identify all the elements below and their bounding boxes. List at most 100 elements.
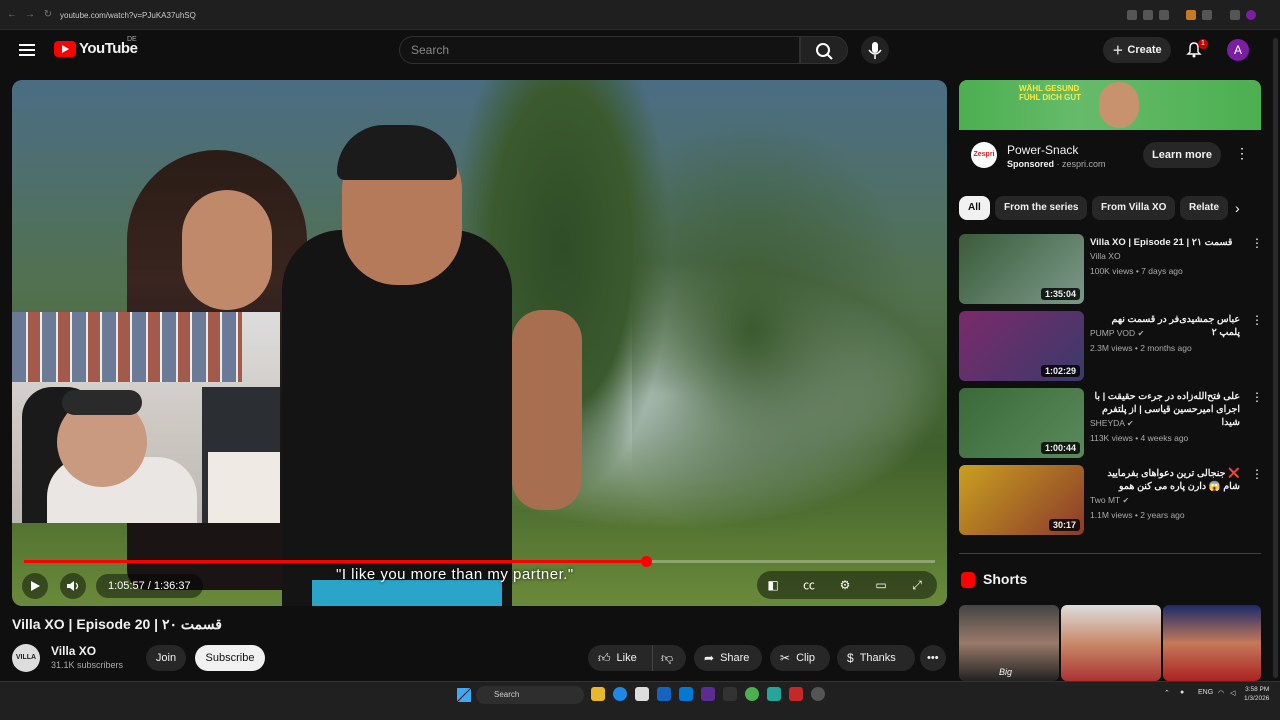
video-thumbnail[interactable]: 30:17	[959, 465, 1084, 535]
miniplayer-icon[interactable]: ▭	[873, 577, 889, 593]
fullscreen-icon[interactable]: ⤢	[909, 577, 925, 593]
recommendation-item[interactable]: 30:17 ❌ جنجالی ترین دعواهای بفرمایید شام …	[959, 465, 1263, 537]
channel-avatar[interactable]: VILLA	[12, 644, 40, 672]
sponsored-ad[interactable]: WÄHL GESUND FÜHL DICH GUT Zespri Power-S…	[959, 80, 1261, 182]
ad-title[interactable]: Power-Snack	[1007, 143, 1078, 157]
video-thumbnail[interactable]: 1:00:44	[959, 388, 1084, 458]
create-button[interactable]: ＋ Create	[1103, 37, 1171, 63]
page-scrollbar[interactable]	[1271, 30, 1280, 680]
more-vert-icon[interactable]: ⋮	[1251, 313, 1263, 327]
recommendation-item[interactable]: 1:02:29 عباس جمشیدی‌فر در قسمت نهم پلمپ ۲…	[959, 311, 1263, 383]
app-icon[interactable]	[789, 687, 803, 701]
autoplay-toggle-icon[interactable]: ◧	[765, 577, 781, 593]
recommendation-channel[interactable]: Two MT ✔	[1090, 495, 1129, 505]
search-input[interactable]: Search	[399, 36, 800, 64]
video-player[interactable]: "I like you more than my partner." 1:05:…	[12, 80, 947, 606]
upload-age: 7 days ago	[1141, 266, 1183, 276]
channel-name[interactable]: PUMP VOD	[1090, 328, 1135, 338]
ad-brand-logo[interactable]: Zespri	[971, 142, 997, 168]
learn-more-button[interactable]: Learn more	[1143, 142, 1221, 168]
mute-button[interactable]	[60, 573, 86, 599]
join-button[interactable]: Join	[146, 645, 186, 671]
clip-button[interactable]: ✂ Clip	[770, 645, 830, 671]
zoom-icon[interactable]	[1127, 10, 1137, 20]
ad-banner[interactable]: WÄHL GESUND FÜHL DICH GUT	[959, 80, 1261, 130]
like-button[interactable]: 👍︎ Like	[588, 645, 652, 671]
windows-start-icon[interactable]	[457, 688, 471, 702]
captions-icon[interactable]: ㏄	[801, 577, 817, 593]
short-thumbnail[interactable]	[1061, 605, 1161, 681]
chip-all[interactable]: All	[959, 196, 990, 220]
scrollbar-thumb[interactable]	[1273, 38, 1278, 678]
reload-icon[interactable]: ↻	[42, 9, 54, 21]
back-icon[interactable]: ←	[6, 9, 18, 21]
more-vert-icon[interactable]: ⋮	[1251, 467, 1263, 481]
more-vert-icon[interactable]: ⋮	[1251, 390, 1263, 404]
youtube-header: YouTube DE Search ＋ Create 1 A	[0, 30, 1280, 70]
sidebar-icon[interactable]	[1230, 10, 1240, 20]
bookmark-icon[interactable]	[1159, 10, 1169, 20]
video-thumbnail[interactable]: 1:02:29	[959, 311, 1084, 381]
more-vert-icon[interactable]: ⋮	[1251, 236, 1263, 250]
search-button[interactable]	[800, 36, 848, 64]
terminal-icon[interactable]	[723, 687, 737, 701]
media-player-icon[interactable]	[811, 687, 825, 701]
chip-related[interactable]: Relate	[1180, 196, 1228, 220]
store-icon[interactable]	[635, 687, 649, 701]
tray-icon[interactable]: ●	[1180, 689, 1184, 696]
thanks-button[interactable]: $ Thanks	[837, 645, 915, 671]
recommendation-channel[interactable]: SHEYDA ✔	[1090, 418, 1134, 428]
more-actions-button[interactable]: •••	[920, 645, 946, 671]
recommendation-meta: 100K views • 7 days ago	[1090, 266, 1183, 276]
chip-from-series[interactable]: From the series	[995, 196, 1088, 220]
recommendation-item[interactable]: 1:00:44 علی فتح‌الله‌زاده در جرءت حقیقت |…	[959, 388, 1263, 460]
tray-chevron-icon[interactable]: ⌃	[1164, 689, 1170, 697]
voice-search-button[interactable]	[861, 36, 889, 64]
share-icon[interactable]	[1143, 10, 1153, 20]
system-clock[interactable]: 3:58 PM 1/3/2026	[1244, 685, 1269, 703]
video-progress-bar[interactable]	[24, 556, 935, 567]
video-thumbnail[interactable]: 1:35:04	[959, 234, 1084, 304]
webcam-overlay	[12, 312, 280, 523]
short-thumbnail[interactable]	[1163, 605, 1261, 681]
file-explorer-icon[interactable]	[591, 687, 605, 701]
chip-from-channel[interactable]: From Villa XO	[1092, 196, 1176, 220]
settings-gear-icon[interactable]: ⚙	[837, 577, 853, 593]
extensions-icon[interactable]	[1202, 10, 1212, 20]
account-avatar[interactable]: A	[1227, 39, 1249, 61]
forward-icon[interactable]: →	[24, 9, 36, 21]
taskbar-search[interactable]: Search	[476, 686, 584, 704]
more-vert-icon[interactable]: ⋮	[1235, 145, 1249, 162]
youtube-logo[interactable]: YouTube DE	[54, 36, 138, 57]
extension-icon[interactable]	[1186, 10, 1196, 20]
short-thumbnail[interactable]: Big	[959, 605, 1059, 681]
recommendation-title[interactable]: Villa XO | Episode 21 | قسمت ۲۱	[1090, 236, 1240, 249]
subscribe-button[interactable]: Subscribe	[195, 645, 265, 671]
wifi-icon[interactable]: ◠	[1218, 689, 1224, 697]
address-bar[interactable]: youtube.com/watch?v=PJuKA37uhSQ	[60, 8, 196, 24]
teams-icon[interactable]	[701, 687, 715, 701]
chevron-right-icon[interactable]: ›	[1235, 200, 1240, 216]
dislike-button[interactable]: 👎︎	[652, 645, 686, 671]
app-icon[interactable]	[679, 687, 693, 701]
app-icon[interactable]	[767, 687, 781, 701]
volume-tray-icon[interactable]: ◁	[1230, 689, 1235, 697]
profile-icon[interactable]	[1246, 10, 1256, 20]
channel-name[interactable]: Two MT	[1090, 495, 1120, 505]
edge-icon[interactable]	[613, 687, 627, 701]
share-button[interactable]: ➦ Share	[694, 645, 762, 671]
menu-icon[interactable]	[19, 44, 35, 56]
language-indicator[interactable]: ENG	[1198, 689, 1213, 696]
recommendation-item[interactable]: 1:35:04 Villa XO | Episode 21 | قسمت ۲۱ Vi…	[959, 234, 1263, 306]
channel-name[interactable]: Villa XO	[1090, 251, 1121, 261]
channel-name[interactable]: Villa XO	[51, 644, 96, 658]
play-button[interactable]	[22, 573, 48, 599]
todo-icon[interactable]	[657, 687, 671, 701]
recommendation-channel[interactable]: Villa XO	[1090, 251, 1121, 261]
recommendation-channel[interactable]: PUMP VOD ✔	[1090, 328, 1144, 338]
scrubber-handle[interactable]	[640, 556, 652, 567]
channel-name[interactable]: SHEYDA	[1090, 418, 1125, 428]
thumbs-down-icon: 👎︎	[661, 651, 674, 665]
chrome-icon[interactable]	[745, 687, 759, 701]
recommendation-title[interactable]: ❌ جنجالی ترین دعواهای بفرمایید شام 😱 دار…	[1090, 467, 1240, 493]
